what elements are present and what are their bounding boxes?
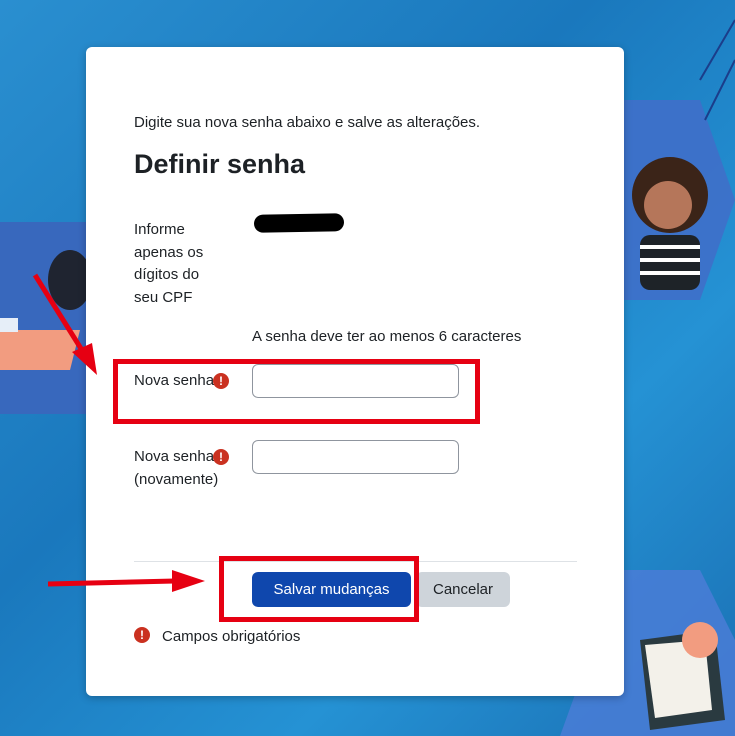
confirm-password-label: Nova senha (novamente) <box>134 448 219 488</box>
required-fields-note: Campos obrigatórios <box>162 628 301 645</box>
cpf-label: Informe apenas os dígitos do seu CPF <box>134 221 204 306</box>
password-hint: A senha deve ter ao menos 6 caracteres <box>252 328 522 345</box>
exclamation-circle-icon: ! <box>134 627 150 643</box>
page-title: Definir senha <box>134 149 306 179</box>
redacted-cpf-value <box>253 213 345 233</box>
cancel-button[interactable]: Cancelar <box>416 572 510 607</box>
confirm-password-input[interactable] <box>252 440 459 474</box>
annotation-box-password <box>113 359 480 424</box>
annotation-box-save <box>219 556 419 622</box>
exclamation-circle-icon: ! <box>213 449 229 465</box>
intro-text: Digite sua nova senha abaixo e salve as … <box>134 114 481 131</box>
